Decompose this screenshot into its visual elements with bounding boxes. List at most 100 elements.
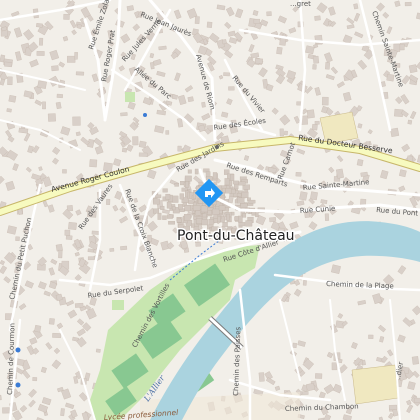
building	[408, 64, 418, 74]
building	[295, 172, 302, 177]
map-canvas[interactable]: Avenue Roger Coulon Rue du Docteur Besse…	[0, 0, 420, 420]
building	[109, 248, 115, 252]
building	[6, 108, 12, 113]
building	[72, 116, 81, 126]
poi-dot-icon	[15, 347, 21, 353]
building	[407, 119, 413, 125]
building	[228, 86, 235, 91]
building	[200, 205, 208, 213]
building	[34, 324, 42, 333]
building	[390, 127, 400, 137]
poi-dot-icon	[143, 113, 147, 117]
building	[234, 216, 239, 221]
building	[58, 249, 63, 259]
map-view[interactable]: Avenue Roger Coulon Rue du Docteur Besse…	[0, 0, 420, 420]
building	[74, 52, 78, 60]
building	[36, 23, 43, 28]
building	[32, 377, 38, 382]
building	[75, 131, 81, 137]
building	[312, 55, 320, 64]
building	[331, 264, 341, 274]
building	[306, 109, 315, 119]
building	[241, 191, 249, 199]
building	[353, 3, 359, 10]
poi-dot-icon	[15, 382, 21, 388]
building	[15, 236, 20, 242]
building	[88, 256, 95, 261]
building	[160, 205, 165, 210]
building	[177, 145, 182, 152]
building	[162, 188, 168, 193]
building	[179, 193, 184, 200]
building	[245, 220, 253, 227]
building	[153, 198, 160, 205]
building	[185, 181, 189, 188]
place-label: Pont-du-Château	[177, 228, 295, 244]
building	[193, 205, 201, 211]
building	[276, 46, 283, 55]
building	[218, 205, 226, 211]
building	[8, 95, 17, 103]
building	[221, 39, 227, 45]
building	[132, 136, 139, 146]
building	[253, 18, 261, 24]
building	[176, 218, 182, 223]
small-park	[125, 92, 135, 102]
building	[157, 212, 162, 220]
building	[230, 188, 236, 194]
building	[232, 180, 239, 185]
building	[166, 214, 173, 219]
building	[226, 213, 230, 221]
building	[174, 183, 179, 187]
building	[36, 51, 45, 56]
building	[225, 188, 232, 194]
building	[52, 332, 62, 338]
building	[224, 178, 230, 186]
building	[184, 205, 191, 212]
building	[302, 279, 307, 286]
building	[202, 213, 207, 218]
building	[292, 342, 297, 348]
building	[230, 174, 235, 181]
building	[399, 169, 407, 178]
building	[171, 94, 178, 100]
building	[37, 80, 47, 89]
building	[238, 215, 243, 223]
building	[178, 204, 183, 210]
building	[120, 112, 128, 117]
building	[166, 201, 172, 209]
building	[187, 169, 192, 174]
building	[138, 152, 148, 157]
building	[62, 169, 67, 174]
building	[194, 168, 199, 175]
building	[360, 171, 368, 177]
building	[121, 147, 128, 153]
building	[67, 55, 76, 63]
building	[248, 199, 256, 204]
building	[254, 58, 263, 64]
building	[4, 61, 13, 68]
building	[171, 206, 176, 211]
building	[258, 372, 265, 382]
building	[63, 13, 70, 20]
building	[237, 197, 245, 204]
building	[208, 219, 215, 225]
building	[89, 159, 98, 168]
building	[74, 302, 84, 308]
building	[165, 130, 170, 135]
building	[206, 21, 213, 28]
building	[222, 222, 228, 228]
building	[68, 221, 77, 230]
building	[212, 172, 218, 180]
building	[312, 64, 317, 70]
building	[201, 219, 209, 226]
building	[238, 181, 246, 186]
building	[242, 213, 247, 218]
poi-dot-icon	[215, 145, 219, 149]
building	[201, 101, 206, 108]
building	[368, 334, 374, 339]
building	[95, 348, 101, 353]
building	[7, 76, 13, 85]
building	[194, 16, 200, 24]
building	[311, 123, 318, 131]
